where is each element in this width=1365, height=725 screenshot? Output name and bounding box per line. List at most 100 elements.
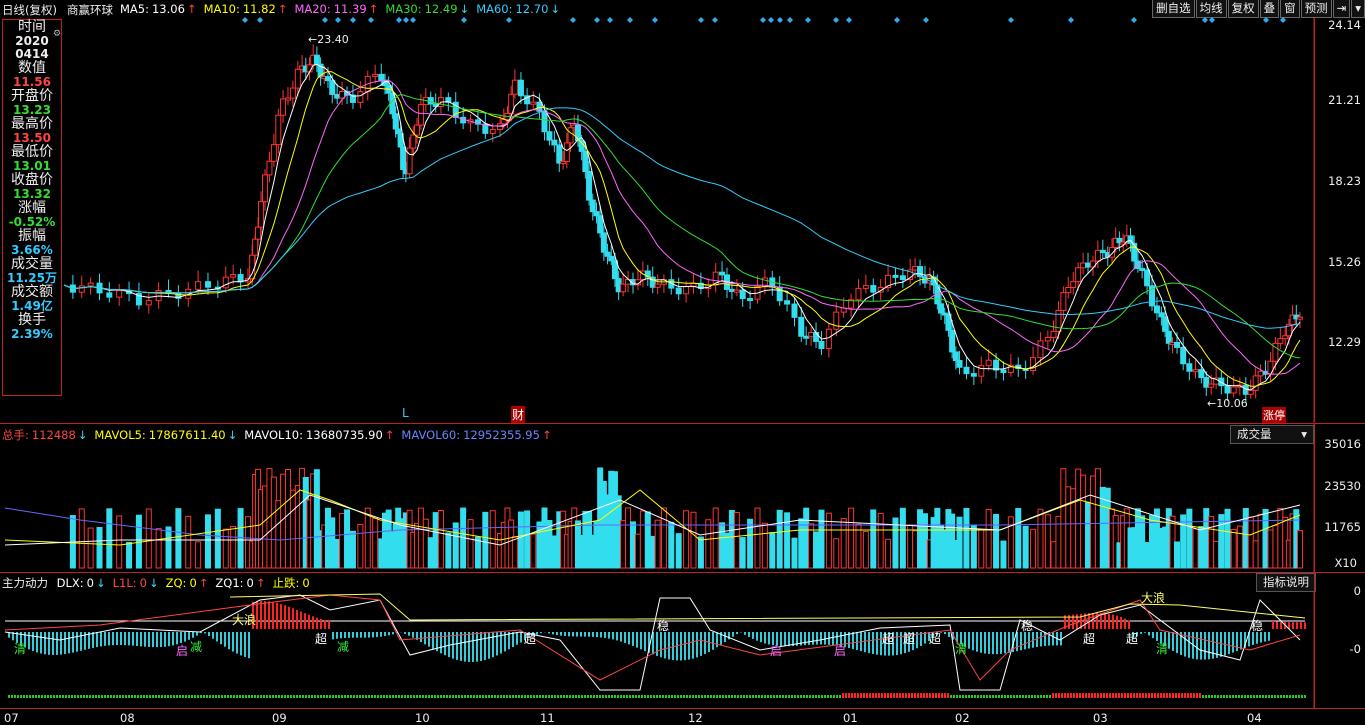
indicator-bar	[684, 632, 686, 661]
indicator-dot	[1130, 693, 1132, 698]
indicator-bar	[600, 632, 602, 638]
volume-bar	[733, 512, 740, 569]
indicator-dot	[686, 695, 688, 698]
indicator-dot	[374, 695, 376, 698]
indicator-dot	[1268, 695, 1270, 698]
volume-selector[interactable]: 成交量 ▾	[1230, 425, 1314, 444]
volume-bar	[705, 519, 712, 569]
indicator-bar	[660, 632, 662, 658]
volume-bar	[452, 522, 459, 569]
volume-bar	[1075, 468, 1082, 569]
label-chao: 超	[882, 632, 895, 646]
indicator-dot	[443, 695, 445, 698]
indicator-dot	[638, 695, 640, 698]
candle	[952, 351, 959, 362]
indicator-dot	[1196, 693, 1198, 698]
indicator-help-button[interactable]: 指标说明	[1256, 573, 1316, 592]
indicator-bar	[976, 632, 978, 652]
volume-bar	[1230, 529, 1237, 569]
signal-diamond	[787, 17, 793, 23]
indicator-bar	[220, 632, 222, 645]
indicator-dot	[812, 695, 814, 698]
indicator-dot	[1262, 695, 1264, 698]
volume-bar	[432, 512, 439, 569]
info-label: 开盘价	[11, 88, 53, 104]
signal-diamond	[627, 17, 633, 23]
indicator-bar	[640, 632, 642, 650]
indicator-dot	[563, 695, 565, 698]
indicator-dot	[458, 695, 460, 698]
indicator-bar	[604, 632, 606, 638]
indicator-bar	[900, 632, 902, 655]
volume-bar	[1144, 542, 1151, 569]
indicator-dot	[866, 693, 868, 698]
volume-bar	[1089, 475, 1096, 569]
chart-canvas[interactable]	[0, 0, 1365, 725]
indicator-bar	[680, 632, 682, 661]
indicator-bar	[564, 632, 566, 637]
legend-item: 总手: 112488 ↓	[2, 428, 88, 442]
indicator-bar	[172, 632, 174, 646]
indicator-bar	[552, 632, 554, 635]
candle	[78, 285, 85, 293]
indicator-bar	[196, 632, 198, 636]
indicator-dot	[452, 695, 454, 698]
candle	[324, 76, 331, 82]
info-label: 换手	[18, 312, 46, 328]
indicator-dot	[143, 695, 145, 698]
indicator-dot	[785, 695, 787, 698]
candle	[230, 274, 237, 278]
indicator-dot	[770, 695, 772, 698]
indicator-dot	[137, 695, 139, 698]
indicator-dot	[566, 695, 568, 698]
indicator-dot	[317, 695, 319, 698]
indicator-dot	[203, 695, 205, 698]
candle	[427, 97, 434, 105]
indicator-dot	[809, 695, 811, 698]
indicator-bar	[968, 632, 970, 649]
volume-bar	[912, 530, 919, 569]
indicator-bar	[1004, 632, 1006, 654]
candle	[511, 79, 518, 95]
indicator-dot	[941, 693, 943, 698]
indicator-dot	[833, 695, 835, 698]
volume-bar	[1050, 541, 1057, 569]
indicator-dot	[431, 695, 433, 698]
signal-diamond	[570, 17, 576, 23]
indicator-dot	[353, 695, 355, 698]
indicator-dot	[719, 695, 721, 698]
volume-bar	[126, 541, 133, 569]
label-chao: 超	[524, 632, 537, 646]
indicator-bar	[808, 632, 810, 645]
indicator-dot	[308, 695, 310, 698]
indicator-dot	[479, 695, 481, 698]
indicator-bar	[308, 614, 310, 629]
indicator-dot	[404, 695, 406, 698]
indicator-bar	[388, 632, 390, 636]
candle	[116, 290, 123, 298]
indicator-dot	[875, 693, 877, 698]
volume-bar	[625, 507, 632, 569]
candle	[1203, 377, 1210, 388]
indicator-dot	[440, 695, 442, 698]
indicator-dot	[1082, 693, 1084, 698]
candle	[395, 128, 402, 135]
indicator-dot	[992, 695, 994, 698]
indicator-dot	[371, 695, 373, 698]
indicator-dot	[248, 695, 250, 698]
signal-diamond	[368, 17, 374, 23]
indicator-dot	[266, 695, 268, 698]
indicator-bar	[572, 632, 574, 637]
indicator-dot	[641, 695, 643, 698]
volume-bar	[1037, 508, 1044, 569]
label-chao: 超	[929, 632, 942, 646]
volume-bar	[334, 538, 341, 569]
candle	[912, 266, 919, 271]
volume-bar	[482, 511, 489, 569]
indicator-dot	[260, 695, 262, 698]
gear-icon[interactable]: ⚙	[53, 29, 61, 39]
indicator-dot	[887, 693, 889, 698]
indicator-bar	[548, 632, 550, 634]
indicator-dot	[455, 695, 457, 698]
indicator-bar	[636, 632, 638, 648]
